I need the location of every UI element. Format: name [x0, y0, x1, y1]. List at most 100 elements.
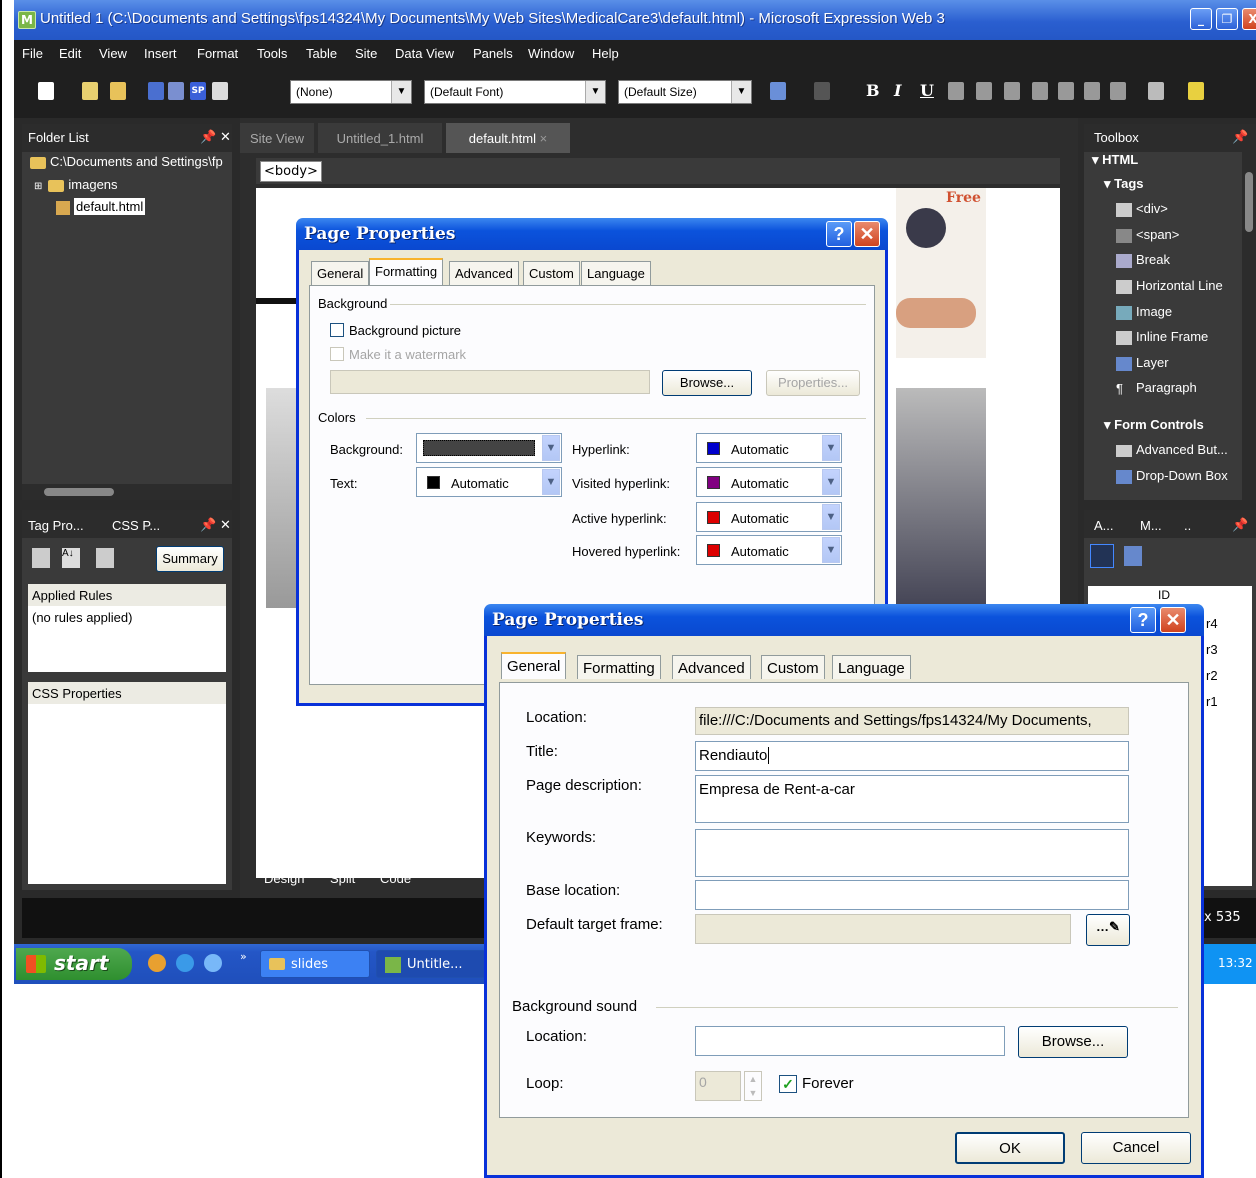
show-set-properties-icon[interactable] — [96, 548, 114, 568]
file-default-html[interactable]: default.html — [56, 198, 146, 215]
align-left-icon[interactable] — [948, 82, 964, 100]
edit-layer-icon[interactable] — [1124, 546, 1142, 566]
background-picture-checkbox[interactable] — [330, 323, 344, 337]
indent-icon[interactable] — [1110, 82, 1126, 100]
close-window-button[interactable]: X — [1242, 8, 1256, 30]
layer-row[interactable]: r4 — [1206, 616, 1218, 631]
close-icon[interactable]: ✕ — [220, 129, 231, 145]
toolbox-item-horizontal-line[interactable]: Horizontal Line — [1116, 278, 1223, 294]
tab-manage-styles[interactable]: M... — [1140, 518, 1162, 533]
toolbox-item-layer[interactable]: Layer — [1116, 355, 1169, 371]
css-properties-grid[interactable] — [28, 704, 226, 884]
sound-browse-button[interactable]: Browse... — [1018, 1026, 1128, 1058]
outdent-icon[interactable] — [1084, 82, 1100, 100]
expand-icon[interactable]: ⊞ — [34, 181, 42, 192]
sharepoint-icon[interactable]: SP — [190, 82, 206, 100]
toolbox-item-advanced-button[interactable]: Advanced But... — [1116, 442, 1228, 457]
font-size-select[interactable]: (Default Size) ▼ — [618, 80, 752, 104]
folder-root[interactable]: C:\Documents and Settings\fp — [30, 154, 223, 169]
tab-untitled-1[interactable]: Untitled_1.html — [318, 123, 442, 153]
taskbar-item-slides[interactable]: slides — [260, 950, 370, 978]
chrome-icon[interactable] — [148, 954, 166, 972]
base-location-input[interactable] — [695, 880, 1129, 910]
layer-row[interactable]: r3 — [1206, 642, 1218, 657]
menu-panels[interactable]: Panels — [473, 46, 513, 61]
tab-language[interactable]: Language — [832, 655, 911, 679]
toolbox-item-image[interactable]: Image — [1116, 304, 1172, 320]
bullet-list-icon[interactable] — [1058, 82, 1074, 100]
tab-custom[interactable]: Custom — [523, 261, 580, 285]
menu-edit[interactable]: Edit — [59, 46, 81, 61]
menu-data-view[interactable]: Data View — [395, 46, 454, 61]
borders-icon[interactable] — [1148, 82, 1164, 100]
horizontal-scrollbar[interactable] — [22, 484, 232, 500]
toolbox-section-tags[interactable]: ▾ Tags — [1104, 176, 1144, 192]
menu-window[interactable]: Window — [528, 46, 574, 61]
body-tag-selector[interactable]: <body> — [260, 161, 322, 182]
help-button[interactable]: ? — [1130, 607, 1156, 633]
vertical-scrollbar[interactable] — [1242, 152, 1256, 500]
toolbox-item-inline-frame[interactable]: Inline Frame — [1116, 329, 1208, 345]
page-size-indicator[interactable]: x 535 — [1204, 910, 1241, 925]
toolbox-item-break[interactable]: Break — [1116, 252, 1170, 268]
toolbox-item-drop-down-box[interactable]: Drop-Down Box — [1116, 468, 1228, 484]
loop-count-input[interactable]: 0 — [695, 1071, 741, 1101]
open-folder-icon[interactable] — [110, 82, 126, 100]
hovered-hyperlink-color-select[interactable]: Automatic ▼ — [696, 535, 842, 565]
title-input[interactable]: Rendiauto — [695, 741, 1129, 771]
align-center-icon[interactable] — [976, 82, 992, 100]
toolbox-item-span[interactable]: <span> — [1116, 227, 1179, 243]
style-select[interactable]: (None) ▼ — [290, 80, 412, 104]
redo-icon[interactable] — [814, 82, 830, 100]
help-button[interactable]: ? — [826, 221, 852, 247]
menu-site[interactable]: Site — [355, 46, 377, 61]
undo-icon[interactable] — [770, 82, 786, 100]
preview-icon[interactable] — [212, 82, 228, 100]
internet-explorer-icon[interactable] — [176, 954, 194, 972]
close-dialog-button[interactable]: ✕ — [1160, 607, 1186, 633]
background-color-select[interactable]: ▼ — [416, 433, 562, 463]
tab-site-view[interactable]: Site View — [240, 123, 314, 153]
sound-location-input[interactable] — [695, 1026, 1005, 1056]
save-icon[interactable] — [148, 82, 164, 100]
tab-design[interactable]: Design — [264, 871, 304, 886]
chevron-right-icon[interactable]: » — [240, 950, 247, 963]
highlight-icon[interactable] — [1188, 82, 1204, 100]
menu-tools[interactable]: Tools — [257, 46, 287, 61]
text-color-select[interactable]: Automatic ▼ — [416, 467, 562, 497]
tab-advanced[interactable]: Advanced — [672, 655, 751, 679]
tab-custom[interactable]: Custom — [761, 655, 825, 679]
layer-row[interactable]: r1 — [1206, 694, 1218, 709]
pin-icon[interactable]: 📌 — [200, 129, 216, 145]
keywords-input[interactable] — [695, 829, 1129, 877]
taskbar-item-expression[interactable]: Untitle... — [376, 950, 486, 978]
scrollbar-thumb[interactable] — [44, 488, 114, 496]
toolbox-section-form-controls[interactable]: ▾ Form Controls — [1104, 417, 1204, 433]
ok-button[interactable]: OK — [955, 1132, 1065, 1164]
target-frame-picker-button[interactable]: …✎ — [1086, 914, 1130, 946]
menu-format[interactable]: Format — [197, 46, 238, 61]
tab-default-html[interactable]: default.html × — [446, 123, 570, 153]
tab-css-properties[interactable]: CSS P... — [112, 518, 160, 533]
restore-button[interactable]: ❐ — [1216, 8, 1238, 30]
save-all-icon[interactable] — [168, 82, 184, 100]
bold-button[interactable]: B — [866, 81, 880, 100]
tab-apply-styles[interactable]: A... — [1094, 518, 1114, 533]
loop-spinner[interactable]: ▲ ▼ — [744, 1071, 762, 1101]
pin-icon[interactable]: 📌 — [1232, 517, 1248, 533]
clock[interactable]: 13:32 — [1218, 956, 1253, 970]
menu-view[interactable]: View — [99, 46, 127, 61]
ie-icon[interactable] — [204, 954, 222, 972]
tab-tag-properties[interactable]: Tag Pro... — [28, 518, 84, 533]
start-button[interactable]: start — [16, 948, 132, 980]
location-field[interactable]: file:///C:/Documents and Settings/fps143… — [695, 707, 1129, 735]
tab-general[interactable]: General — [311, 261, 370, 285]
tab-formatting[interactable]: Formatting — [577, 655, 661, 679]
underline-button[interactable]: U — [920, 81, 934, 100]
toolbox-item-paragraph[interactable]: ¶ Paragraph — [1116, 380, 1197, 396]
tab-formatting[interactable]: Formatting — [369, 258, 444, 285]
menu-insert[interactable]: Insert — [144, 46, 177, 61]
watermark-checkbox[interactable] — [330, 347, 344, 361]
browse-button[interactable]: Browse... — [662, 370, 752, 396]
pin-icon[interactable]: 📌 — [200, 517, 216, 533]
